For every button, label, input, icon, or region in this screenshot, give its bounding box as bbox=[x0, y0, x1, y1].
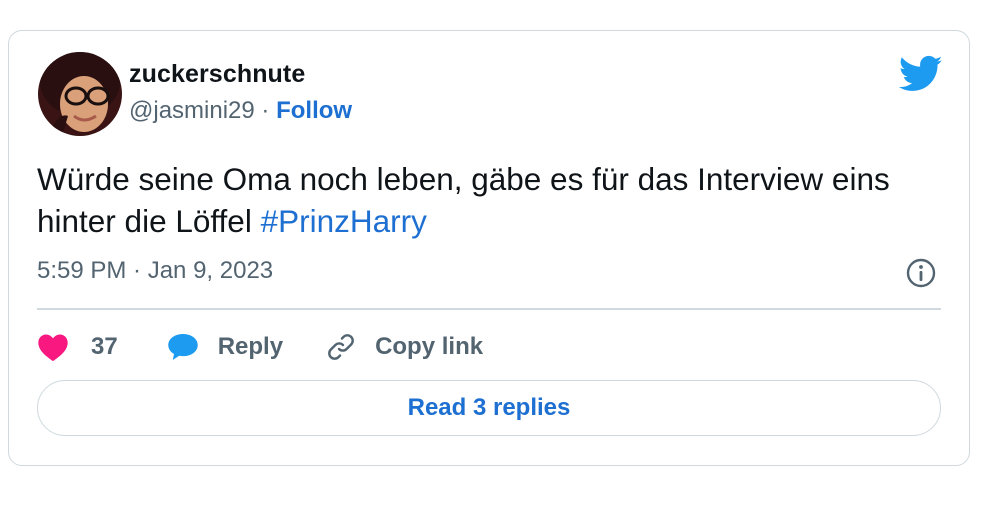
author-line: @jasmini29 · Follow bbox=[129, 97, 352, 125]
info-icon[interactable] bbox=[905, 257, 937, 289]
divider bbox=[37, 308, 941, 310]
twitter-bird-icon[interactable] bbox=[899, 55, 943, 93]
tweet-timestamp[interactable]: 5:59 PM · Jan 9, 2023 bbox=[37, 257, 273, 285]
like-count: 37 bbox=[91, 333, 118, 360]
heart-icon bbox=[38, 334, 68, 362]
action-bar: 37 Reply Copy link bbox=[37, 327, 483, 367]
avatar[interactable] bbox=[38, 52, 122, 136]
hashtag-link[interactable]: #PrinzHarry bbox=[261, 203, 427, 239]
link-icon bbox=[328, 334, 354, 360]
author-display-name[interactable]: zuckerschnute bbox=[129, 60, 305, 89]
tweet-text: Würde seine Oma noch leben, gäbe es für … bbox=[37, 158, 937, 242]
tweet-body: Würde seine Oma noch leben, gäbe es für … bbox=[37, 161, 890, 239]
avatar-image bbox=[38, 52, 122, 136]
copy-link-label: Copy link bbox=[375, 333, 484, 360]
reply-label: Reply bbox=[217, 333, 284, 360]
read-replies-label: Read 3 replies bbox=[407, 394, 571, 421]
author-handle[interactable]: @jasmini29 bbox=[129, 97, 255, 124]
author-separator: · bbox=[254, 97, 277, 124]
tweet-card: zuckerschnute @jasmini29 · Follow Würde … bbox=[8, 30, 970, 466]
read-replies-button[interactable]: Read 3 replies bbox=[37, 380, 941, 436]
like-button[interactable]: 37 bbox=[37, 332, 118, 362]
follow-button[interactable]: Follow bbox=[276, 97, 352, 124]
copy-link-button[interactable]: Copy link bbox=[325, 331, 483, 363]
speech-bubble-icon bbox=[167, 334, 198, 360]
reply-button[interactable]: Reply bbox=[166, 332, 283, 362]
